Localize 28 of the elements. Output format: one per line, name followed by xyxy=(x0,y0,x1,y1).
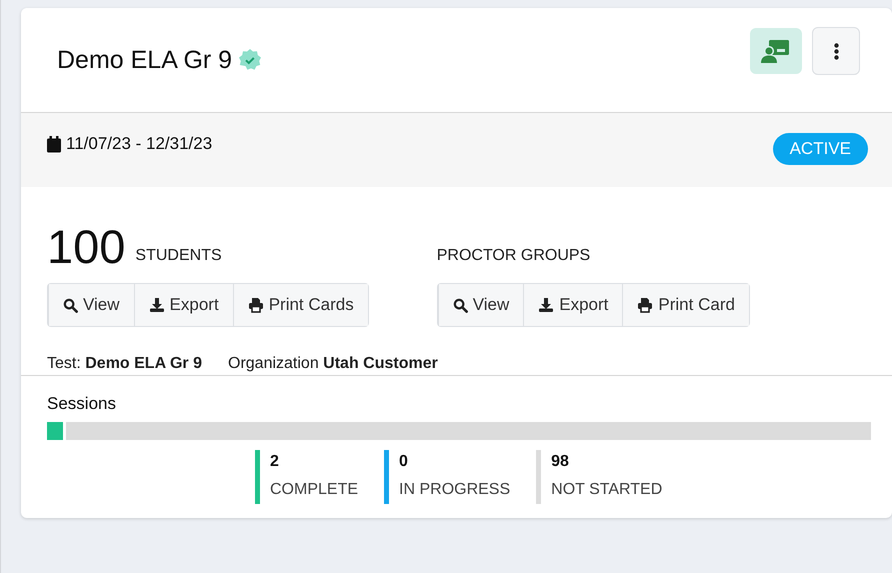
proctor-groups-label: PROCTOR GROUPS xyxy=(436,247,590,265)
calendar-icon xyxy=(47,136,61,153)
search-icon xyxy=(452,298,468,312)
status-label: COMPLETE xyxy=(270,481,358,499)
printer-icon xyxy=(637,297,654,313)
sessions-title: Sessions xyxy=(47,394,117,414)
students-label: STUDENTS xyxy=(135,247,222,265)
status-count: 0 xyxy=(399,453,409,471)
status-label: NOT STARTED xyxy=(551,481,662,499)
print-button[interactable]: Print Cards xyxy=(232,284,368,326)
search-icon xyxy=(63,298,78,312)
student-count: 100 xyxy=(47,223,126,271)
classroom-button[interactable] xyxy=(750,28,802,74)
more-icon xyxy=(834,42,838,60)
date-range: 11/07/23 - 12/31/23 xyxy=(66,134,212,154)
status-count: 98 xyxy=(551,453,570,471)
presenter-icon xyxy=(761,39,791,63)
printer-icon xyxy=(248,297,264,313)
card-title: Demo ELA Gr 9 xyxy=(57,46,232,74)
status-count: 2 xyxy=(270,453,280,471)
status-label: IN PROGRESS xyxy=(399,481,510,499)
print-button[interactable]: Print Card xyxy=(622,284,749,326)
detail-text: Organization Utah Customer xyxy=(228,355,438,373)
download-icon xyxy=(538,297,554,313)
more-options-button[interactable] xyxy=(812,27,860,75)
status-badge: ACTIVE xyxy=(772,133,868,165)
detail-text: Test: Demo ELA Gr 9 xyxy=(47,355,202,373)
download-icon xyxy=(148,297,165,313)
